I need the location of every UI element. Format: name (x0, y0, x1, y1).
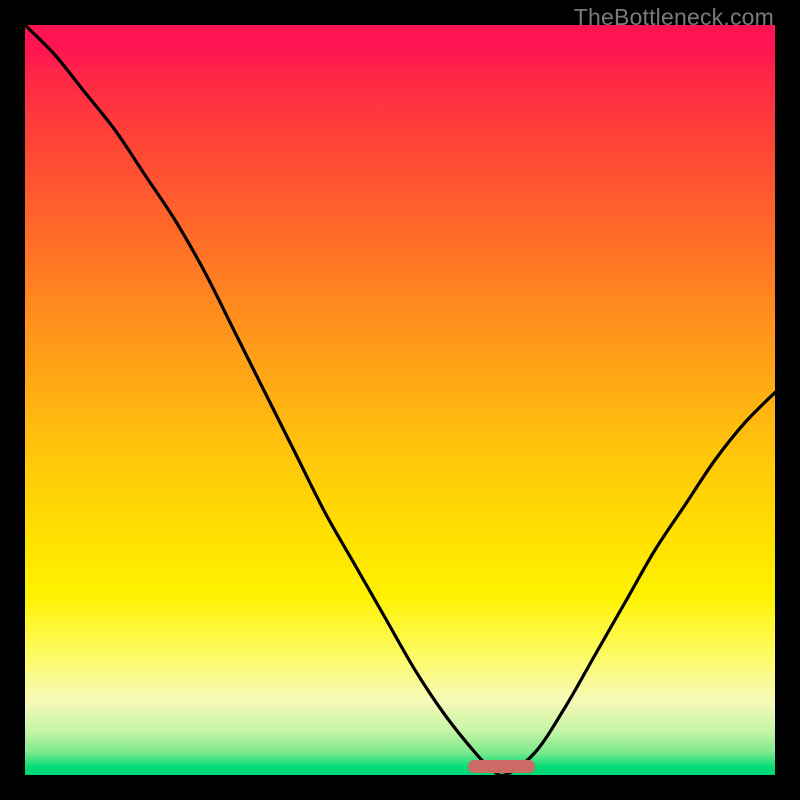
curve-svg (25, 25, 775, 775)
plot-area (25, 25, 775, 775)
watermark-text: TheBottleneck.com (574, 4, 774, 31)
optimal-range-marker (468, 760, 536, 773)
bottleneck-curve (25, 25, 775, 775)
bottleneck-chart: TheBottleneck.com (0, 0, 800, 800)
